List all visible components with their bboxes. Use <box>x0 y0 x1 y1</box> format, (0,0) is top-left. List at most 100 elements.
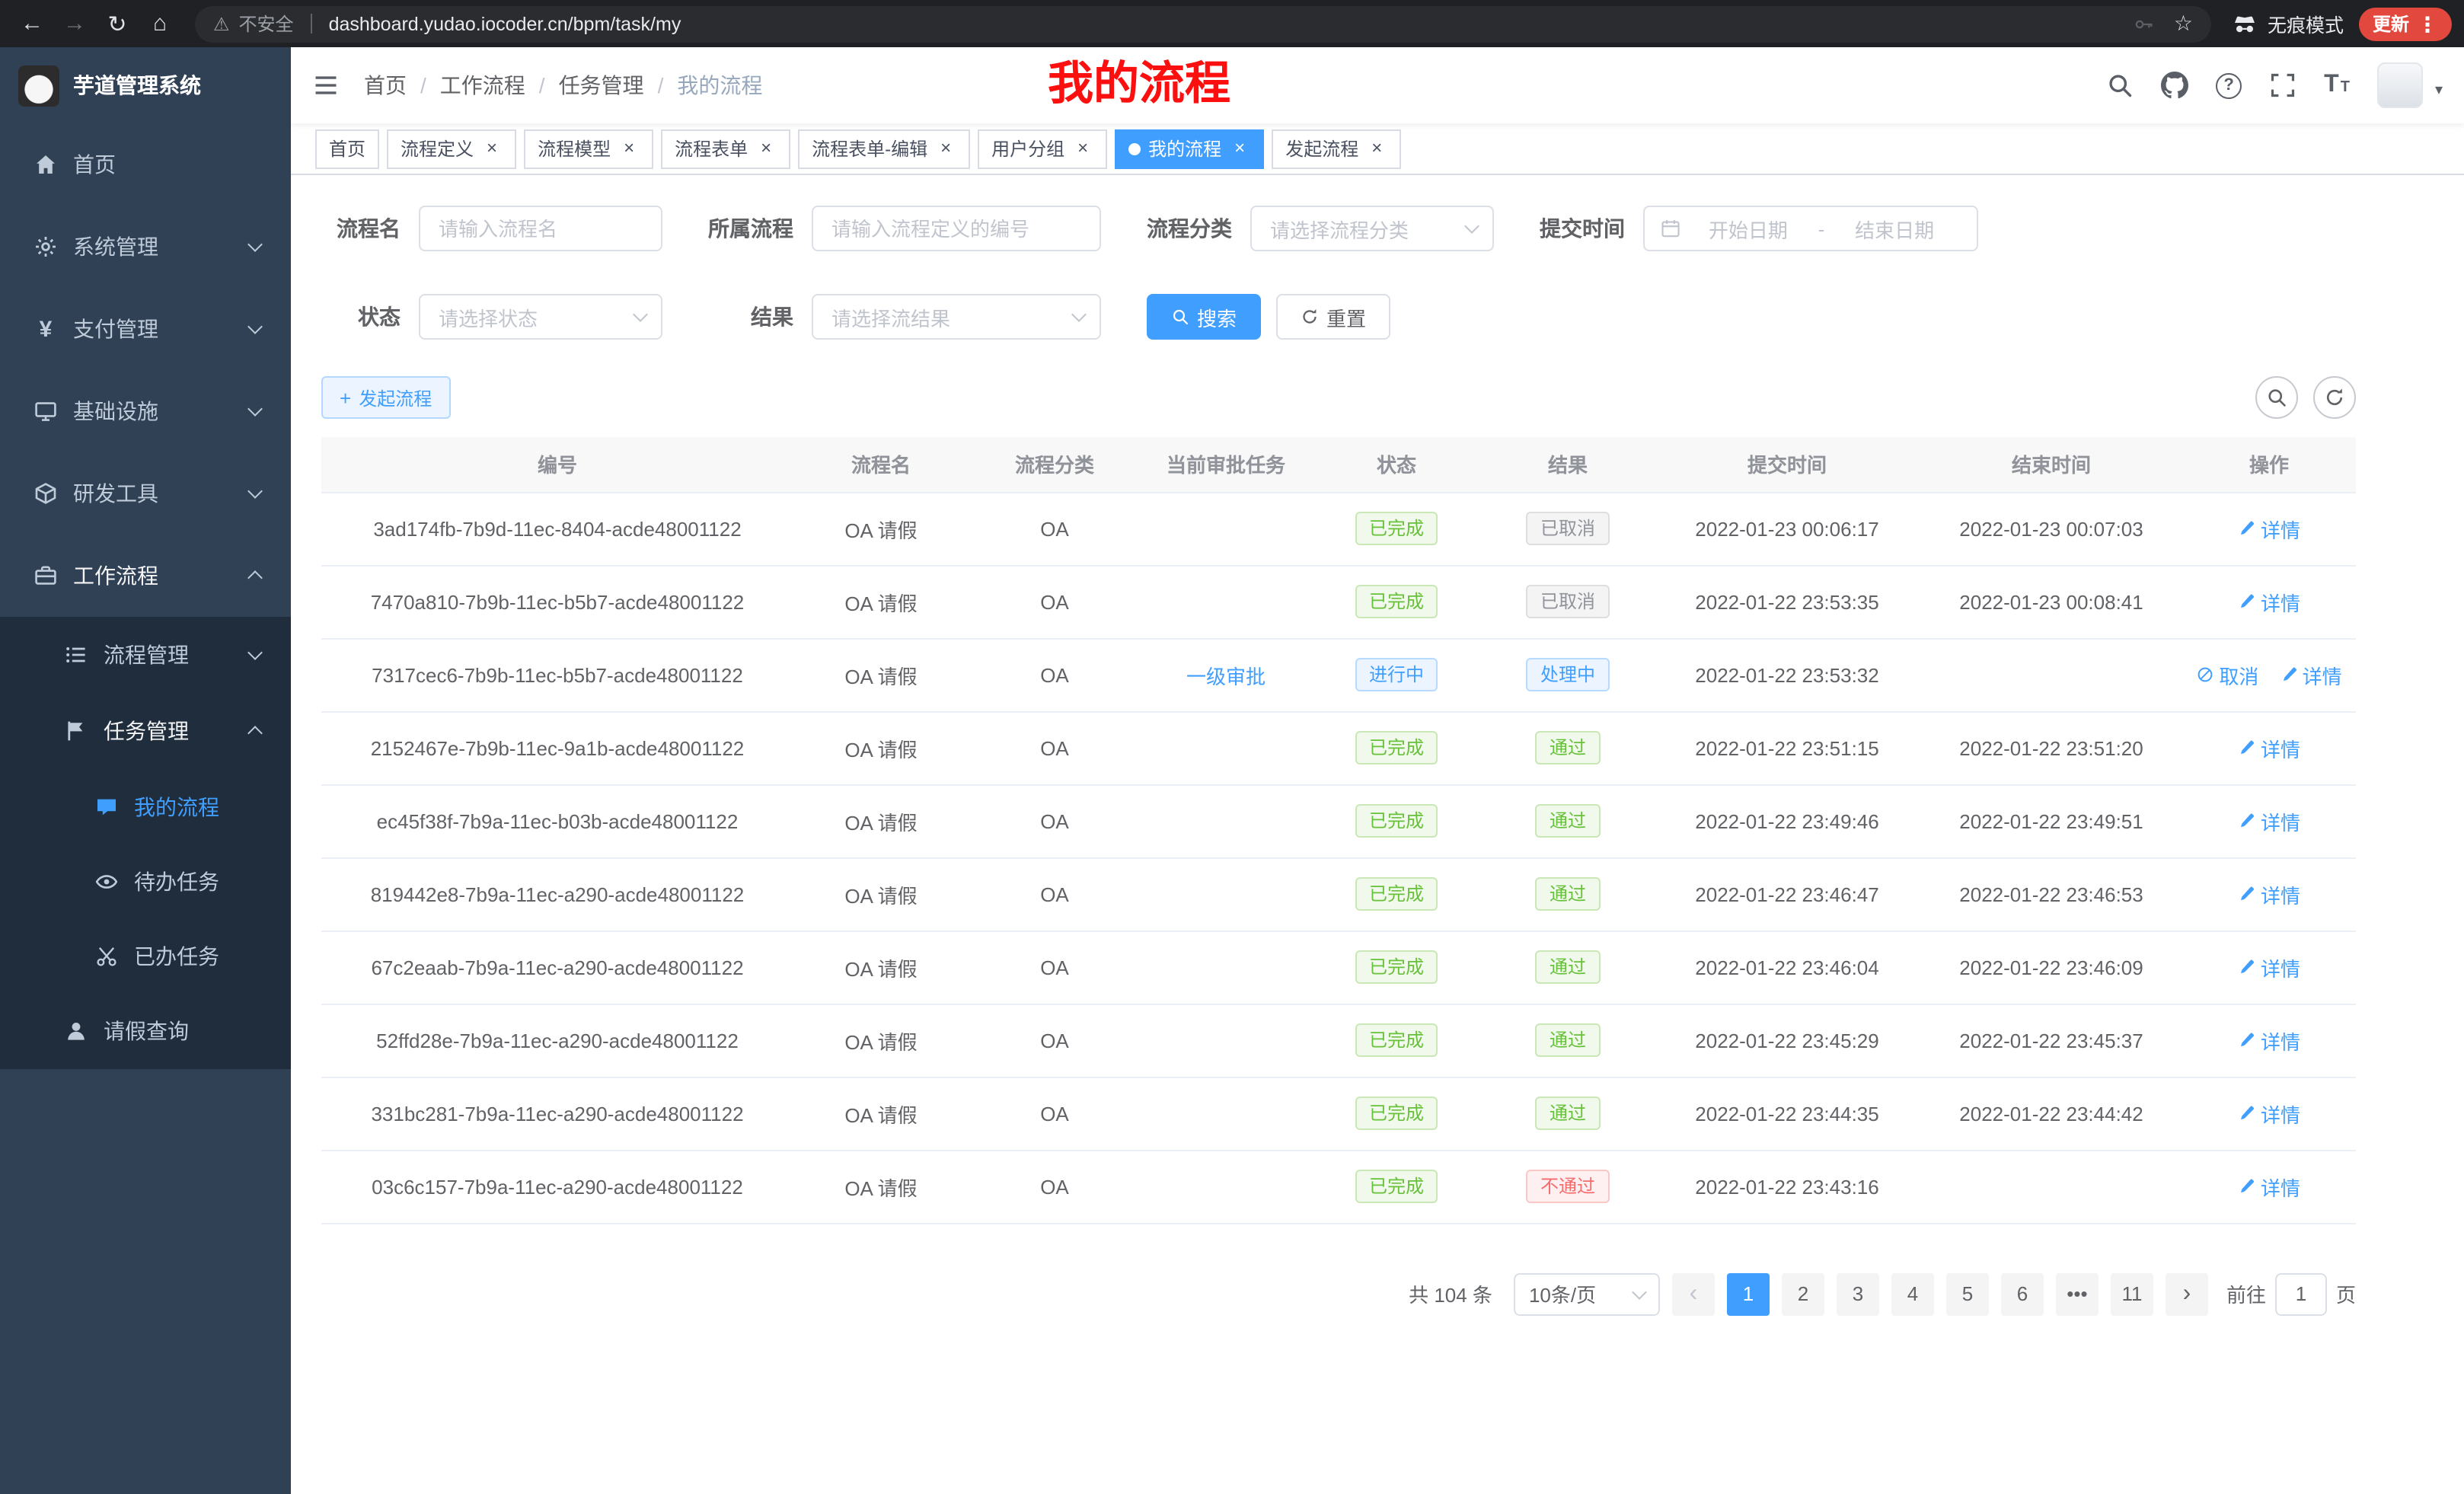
result-badge: 已取消 <box>1527 512 1609 545</box>
browser-menu-dots-icon[interactable]: ⋮ <box>2417 13 2438 34</box>
tab-process-form-edit[interactable]: 流程表单-编辑 × <box>798 129 970 168</box>
github-icon[interactable] <box>2161 72 2188 99</box>
page-size-select[interactable]: 10条/页 <box>1514 1272 1660 1315</box>
detail-link[interactable]: 详情 <box>2238 1099 2300 1128</box>
app-title: 芋道管理系统 <box>73 70 201 101</box>
breadcrumb-home[interactable]: 首页 <box>364 70 407 101</box>
app-logo[interactable]: 芋道管理系统 <box>0 47 291 123</box>
detail-link[interactable]: 详情 <box>2238 514 2300 543</box>
category-select[interactable]: 请选择流程分类 <box>1250 206 1494 251</box>
detail-link[interactable]: 详情 <box>2238 733 2300 762</box>
sidebar-item-system[interactable]: 系统管理 <box>0 206 291 288</box>
cell-current-task <box>1141 1004 1311 1077</box>
tab-process-definition[interactable]: 流程定义 × <box>387 129 516 168</box>
cell-category: OA <box>969 492 1141 565</box>
detail-link[interactable]: 详情 <box>2238 953 2300 982</box>
sidebar-item-leave-query[interactable]: 请假查询 <box>0 993 291 1069</box>
result-select[interactable]: 请选择流结果 <box>812 294 1101 340</box>
sidebar-item-todo-tasks[interactable]: 待办任务 <box>0 844 291 918</box>
breadcrumb-workflow[interactable]: 工作流程 <box>440 70 525 101</box>
table-row: 331bc281-7b9a-11ec-a290-acde48001122 OA … <box>321 1077 2356 1150</box>
url-text[interactable]: dashboard.yudao.iocoder.cn/bpm/task/my <box>329 13 681 34</box>
cell-category: OA <box>969 638 1141 711</box>
close-icon[interactable]: × <box>481 138 503 159</box>
detail-link[interactable]: 详情 <box>2238 806 2300 835</box>
status-badge: 已完成 <box>1355 804 1438 838</box>
tab-process-model[interactable]: 流程模型 × <box>524 129 653 168</box>
col-submit-time: 提交时间 <box>1654 437 1920 492</box>
process-name-input[interactable] <box>419 206 662 251</box>
incognito-icon <box>2233 11 2257 36</box>
sidebar-item-workflow[interactable]: 工作流程 <box>0 535 291 617</box>
page-button-2[interactable]: 2 <box>1782 1272 1824 1315</box>
page-ellipsis-button[interactable]: ••• <box>2056 1272 2099 1315</box>
browser-back-icon[interactable]: ← <box>12 4 52 43</box>
browser-forward-icon[interactable]: → <box>55 4 94 43</box>
reset-button[interactable]: 重置 <box>1276 294 1390 340</box>
close-icon[interactable]: × <box>618 138 640 159</box>
active-tab-dot <box>1128 142 1141 155</box>
sidebar-item-infra[interactable]: 基础设施 <box>0 370 291 452</box>
sidebar-item-home[interactable]: 首页 <box>0 123 291 206</box>
page-button-6[interactable]: 6 <box>2001 1272 2044 1315</box>
page-button-4[interactable]: 4 <box>1891 1272 1934 1315</box>
sidebar-item-payment[interactable]: ¥ 支付管理 <box>0 288 291 370</box>
close-icon[interactable]: × <box>935 138 956 159</box>
key-icon[interactable] <box>2134 13 2156 34</box>
help-icon[interactable]: ? <box>2216 72 2242 98</box>
sidebar-item-task-mgmt[interactable]: 任务管理 <box>0 693 291 769</box>
status-select[interactable]: 请选择状态 <box>419 294 662 340</box>
detail-link[interactable]: 详情 <box>2238 587 2300 616</box>
detail-link[interactable]: 详情 <box>2238 879 2300 908</box>
page-button-1[interactable]: 1 <box>1727 1272 1770 1315</box>
breadcrumb-task-mgmt[interactable]: 任务管理 <box>559 70 644 101</box>
avatar[interactable] <box>2377 62 2423 108</box>
prev-page-button[interactable]: ‹ <box>1672 1272 1715 1315</box>
address-bar[interactable]: ⚠ 不安全 dashboard.yudao.iocoder.cn/bpm/tas… <box>195 5 2211 42</box>
sidebar-item-done-tasks[interactable]: 已办任务 <box>0 918 291 993</box>
tab-process-form[interactable]: 流程表单 × <box>661 129 790 168</box>
sidebar-item-process-mgmt[interactable]: 流程管理 <box>0 617 291 693</box>
sidebar-toggle[interactable] <box>312 72 340 99</box>
browser-update-menu[interactable]: 更新 ⋮ <box>2359 7 2452 40</box>
current-task-link[interactable]: 一级审批 <box>1186 665 1266 688</box>
tab-user-group[interactable]: 用户分组 × <box>978 129 1107 168</box>
sidebar-item-my-process[interactable]: 我的流程 <box>0 769 291 844</box>
fullscreen-icon[interactable] <box>2269 72 2296 99</box>
result-badge: 通过 <box>1536 1023 1600 1057</box>
search-icon[interactable] <box>2106 72 2134 99</box>
next-page-button[interactable]: › <box>2166 1272 2208 1315</box>
browser-reload-icon[interactable]: ↻ <box>97 4 137 43</box>
chevron-down-icon <box>1464 219 1479 234</box>
tab-start-process[interactable]: 发起流程 × <box>1272 129 1401 168</box>
cell-end-time: 2022-01-22 23:46:09 <box>1920 931 2182 1004</box>
close-icon[interactable]: × <box>1366 138 1387 159</box>
detail-link[interactable]: 详情 <box>2280 660 2342 689</box>
tab-my-process[interactable]: 我的流程 × <box>1115 129 1264 168</box>
cancel-link[interactable]: 取消 <box>2196 660 2258 689</box>
close-icon[interactable]: × <box>755 138 777 159</box>
close-icon[interactable]: × <box>1229 138 1250 159</box>
parent-process-input[interactable] <box>812 206 1101 251</box>
font-size-icon[interactable]: TT <box>2324 73 2350 97</box>
avatar-caret-icon[interactable]: ▾ <box>2435 82 2443 99</box>
toggle-search-button[interactable] <box>2255 376 2298 419</box>
refresh-table-button[interactable] <box>2313 376 2356 419</box>
start-process-button[interactable]: + 发起流程 <box>321 376 450 419</box>
cell-id: 331bc281-7b9a-11ec-a290-acde48001122 <box>321 1077 793 1150</box>
security-label[interactable]: 不安全 <box>239 11 294 37</box>
browser-home-icon[interactable]: ⌂ <box>140 4 180 43</box>
sidebar-item-devtools[interactable]: 研发工具 <box>0 452 291 535</box>
goto-page-input[interactable] <box>2275 1272 2327 1315</box>
close-icon[interactable]: × <box>1072 138 1093 159</box>
page-button-5[interactable]: 5 <box>1946 1272 1989 1315</box>
search-button[interactable]: 搜索 <box>1147 294 1261 340</box>
page-button-3[interactable]: 3 <box>1837 1272 1879 1315</box>
tab-home[interactable]: 首页 <box>315 129 379 168</box>
bookmark-star-icon[interactable]: ☆ <box>2174 11 2193 37</box>
submit-time-range[interactable]: 开始日期 - 结束日期 <box>1643 206 1978 251</box>
page-button-11[interactable]: 11 <box>2111 1272 2153 1315</box>
detail-link[interactable]: 详情 <box>2238 1172 2300 1201</box>
edit-icon <box>2238 812 2256 830</box>
detail-link[interactable]: 详情 <box>2238 1026 2300 1055</box>
